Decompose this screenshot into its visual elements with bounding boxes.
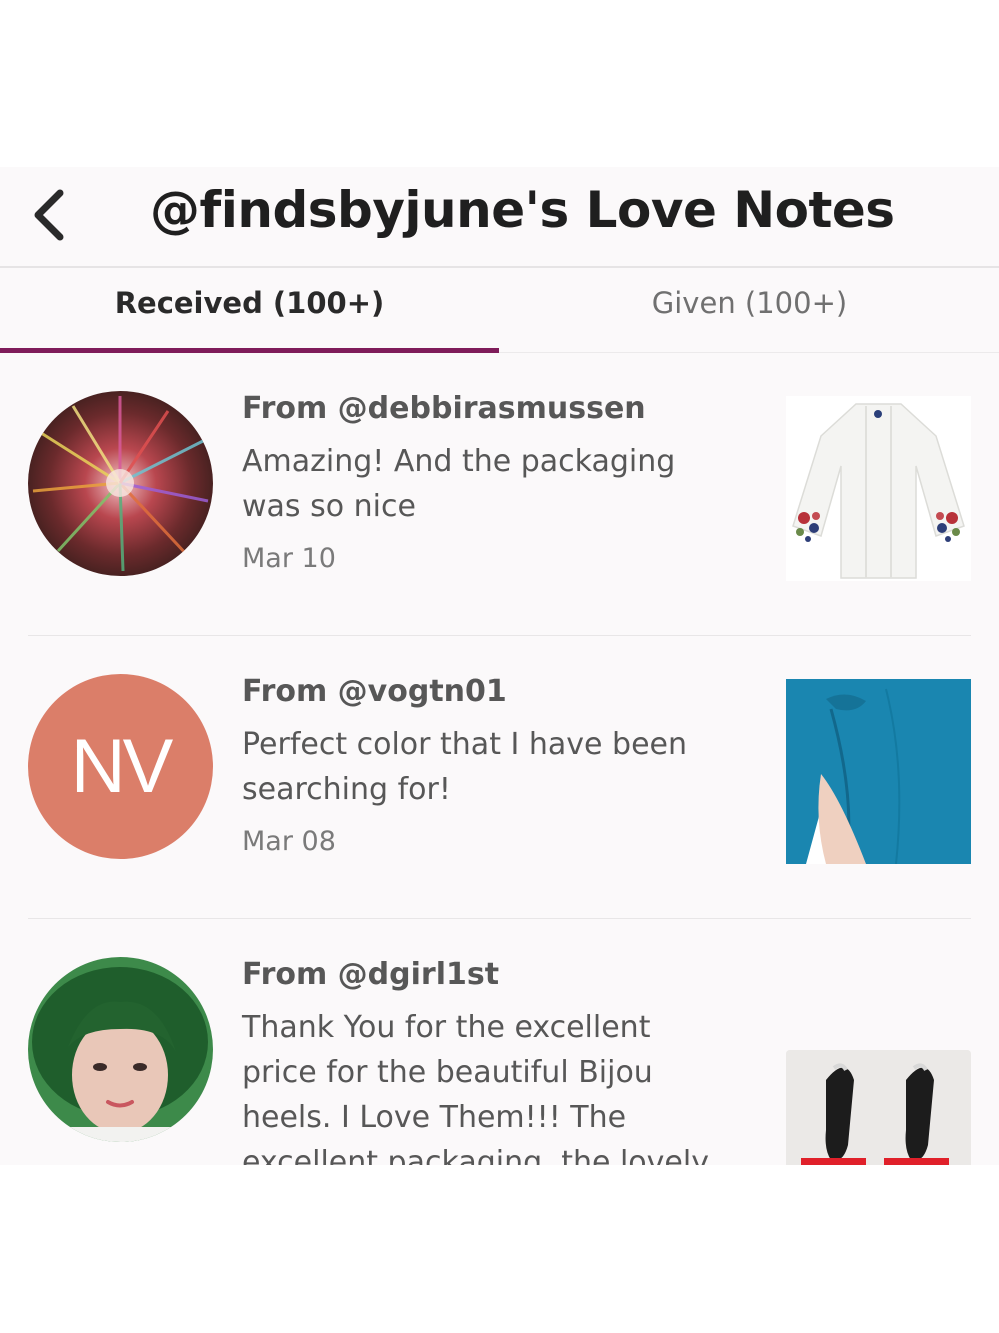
- avatar-initials[interactable]: NV: [28, 674, 213, 859]
- note-sender[interactable]: From @dgirl1st: [242, 957, 499, 992]
- tab-given[interactable]: Given (100+): [500, 268, 999, 353]
- woman-portrait-avatar-image: [28, 957, 213, 1142]
- love-note-item[interactable]: NV From @vogtn01 Perfect color that I ha…: [0, 636, 999, 919]
- header: @findsbyjune's Love Notes: [0, 167, 999, 268]
- chevron-left-icon: [34, 189, 64, 241]
- note-message: Thank You for the excellent price for th…: [242, 1010, 709, 1165]
- kaleidoscope-avatar-image: [28, 391, 213, 576]
- love-note-item[interactable]: From @dgirl1st Thank You for the excelle…: [0, 919, 999, 1165]
- tab-bar: Received (100+) Given (100+): [0, 268, 999, 353]
- tab-received-label: Received (100+): [114, 286, 385, 320]
- note-date: Mar 10: [242, 543, 336, 574]
- tab-received[interactable]: Received (100+): [0, 268, 499, 353]
- teal-sarong-image: [786, 679, 971, 864]
- note-message: Amazing! And the packaging was so nice: [242, 444, 676, 524]
- avatar[interactable]: [28, 391, 213, 576]
- listing-thumbnail[interactable]: [786, 1050, 971, 1165]
- page-title: @findsbyjune's Love Notes: [150, 181, 895, 239]
- bijou-heels-image: [786, 1050, 971, 1165]
- kimono-cardigan-image: [786, 396, 971, 581]
- tab-given-label: Given (100+): [651, 286, 848, 320]
- note-message: Perfect color that I have been searching…: [242, 727, 687, 807]
- love-note-item[interactable]: From @debbirasmussen Amazing! And the pa…: [0, 353, 999, 636]
- listing-thumbnail[interactable]: [786, 679, 971, 864]
- listing-thumbnail[interactable]: [786, 396, 971, 581]
- note-sender[interactable]: From @debbirasmussen: [242, 391, 646, 426]
- note-sender[interactable]: From @vogtn01: [242, 674, 507, 709]
- love-notes-screen: @findsbyjune's Love Notes Received (100+…: [0, 167, 999, 1165]
- avatar[interactable]: [28, 957, 213, 1142]
- back-button[interactable]: [24, 185, 84, 245]
- note-date: Mar 08: [242, 826, 336, 857]
